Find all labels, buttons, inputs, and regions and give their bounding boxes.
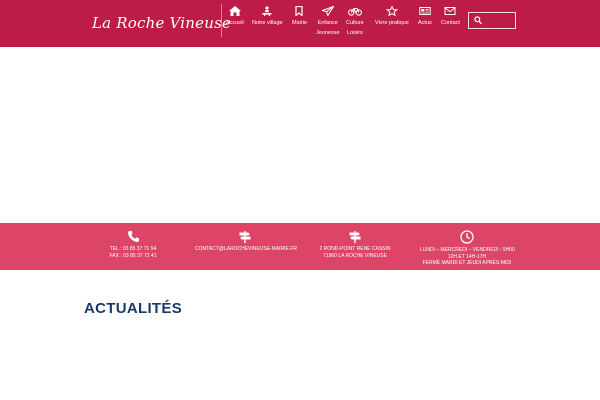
phone-icon [103, 230, 163, 243]
nav-label: Mairie [292, 20, 307, 26]
newspaper-icon [418, 6, 432, 16]
nav-label: Enfance [317, 20, 338, 26]
signpost-icon [195, 230, 295, 243]
site-logo[interactable]: La Roche Vineuse [92, 14, 231, 32]
nav-label: Actus [418, 20, 432, 26]
envelope-icon [441, 6, 460, 16]
nav-label: Vivre pratique [375, 20, 409, 26]
nav-label: Notre village [252, 20, 283, 26]
nav-label-line2: Jeunesse [316, 30, 340, 36]
paper-plane-icon [316, 6, 340, 16]
nav-item-vivre-pratique[interactable]: Vivre pratique [375, 6, 409, 28]
search-box[interactable] [468, 12, 516, 29]
bookmark-icon [292, 6, 307, 16]
address-city: 71960 LA ROCHE VINEUSE [323, 252, 387, 259]
contact-phone: TEL : 03 85 37 71 94 FAX : 03 85 37 72 4… [103, 230, 163, 259]
nav-item-actus[interactable]: Actus [418, 6, 432, 28]
nav-label: Culture [346, 20, 364, 26]
fax-number: FAX : 03 85 37 72 41 [109, 252, 157, 259]
contact-email: CONTACT@LAROCHEVINEUSE-MAIRIE.FR [195, 230, 297, 253]
home-icon [226, 6, 244, 16]
nav-item-mairie[interactable]: Mairie [292, 6, 307, 28]
bicycle-icon [346, 6, 364, 16]
nav-item-notre-village[interactable]: Notre village [252, 6, 283, 28]
clock-icon [420, 230, 514, 244]
header-divider [221, 4, 222, 37]
people-icon [252, 6, 283, 16]
contact-bar: TEL : 03 85 37 71 94 FAX : 03 85 37 72 4… [0, 223, 600, 270]
email-address[interactable]: CONTACT@LAROCHEVINEUSE-MAIRIE.FR [195, 246, 297, 253]
nav-item-culture-loisirs[interactable]: Culture Loisirs [346, 6, 364, 38]
nav-item-enfance-jeunesse[interactable]: Enfance Jeunesse [316, 6, 340, 38]
nav-label: Accueil [226, 20, 244, 26]
nav-item-accueil[interactable]: Accueil [226, 6, 244, 28]
hero-banner [0, 47, 600, 223]
contact-address: 2 ROND-POINT RENE CASSIN 71960 LA ROCHE … [312, 230, 398, 259]
nav-label-line2: Loisirs [346, 30, 363, 36]
address-street: 2 ROND-POINT RENE CASSIN [319, 246, 391, 252]
hours-closed: FERMÉ MARDI ET JEUDI APRÈS-MIDI [422, 260, 512, 266]
phone-number[interactable]: TEL : 03 85 37 71 94 [103, 246, 163, 253]
site-header: La Roche Vineuse Accueil Notre village M… [0, 0, 600, 47]
hours-days: LUNDI – MERCREDI – VENDREDI : 9H00 [420, 247, 515, 253]
section-title-actualites: ACTUALITÉS [84, 300, 182, 317]
nav-label: Contact [441, 20, 460, 26]
star-icon [375, 6, 409, 16]
contact-hours: LUNDI – MERCREDI – VENDREDI : 9H00 12H E… [420, 230, 515, 267]
search-input[interactable] [484, 14, 514, 27]
nav-item-contact[interactable]: Contact [441, 6, 460, 28]
signpost-icon [312, 230, 398, 243]
